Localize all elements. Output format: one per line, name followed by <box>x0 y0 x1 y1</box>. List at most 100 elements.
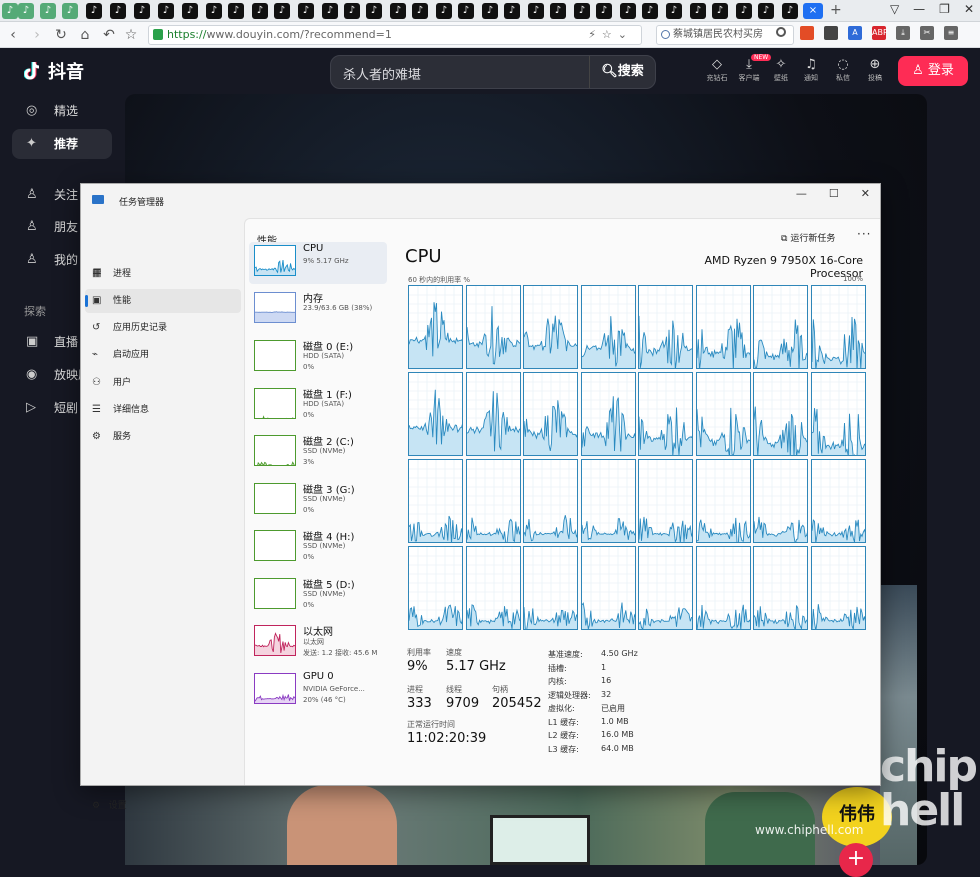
close-icon[interactable]: ✕ <box>964 2 974 16</box>
tools-icon[interactable]: ✂ <box>920 26 934 40</box>
close-tab-icon[interactable]: × <box>809 5 817 16</box>
tm-nav-processes[interactable]: ▦ 进程 <box>85 262 241 286</box>
tm-minimize-icon[interactable]: — <box>796 187 807 200</box>
run-task-label: 运行新任务 <box>790 234 836 244</box>
undo-icon[interactable]: ↶ <box>100 26 118 44</box>
resource-item-cpu[interactable]: CPU 9% 5.17 GHz <box>249 242 387 284</box>
tab-favicon-icon[interactable]: ♪ <box>666 3 682 19</box>
translate-icon[interactable]: A <box>848 26 862 40</box>
home-icon[interactable]: ⌂ <box>76 26 94 44</box>
tab-favicon-icon[interactable]: ♪ <box>390 3 406 19</box>
resource-item-disk[interactable]: 磁盘 3 (G:) SSD (NVMe) 0% <box>249 480 387 522</box>
bookmark-star-icon[interactable]: ☆ <box>122 26 140 44</box>
tab-favicon-icon[interactable]: ♪ <box>550 3 566 19</box>
search-go-icon[interactable] <box>776 27 786 37</box>
menu-icon[interactable]: ≡ <box>944 26 958 40</box>
minimize-icon[interactable]: — <box>913 2 925 16</box>
tm-nav-details[interactable]: ☰ 详细信息 <box>85 398 241 422</box>
forward-icon[interactable]: › <box>28 26 46 44</box>
download-icon[interactable]: ⤓ <box>896 26 910 40</box>
tab-favicon-icon[interactable]: ♪ <box>322 3 338 19</box>
douyin-search-button[interactable]: 🔍︎搜索 <box>589 56 655 88</box>
tab-favicon-icon[interactable]: ♪ <box>86 3 102 19</box>
tab-favicon-icon[interactable]: ♪ <box>2 3 18 19</box>
tab-favicon-icon[interactable]: ♪ <box>344 3 360 19</box>
douyin-search-input[interactable]: 杀人者的难堪 <box>343 64 421 83</box>
tm-nav-startup[interactable]: ⌁ 启动应用 <box>85 343 241 367</box>
tab-favicon-icon[interactable]: ♪ <box>40 3 56 19</box>
task-manager-titlebar[interactable]: 任务管理器 — ☐ ✕ <box>81 184 880 218</box>
login-button[interactable]: ♙ 登录 <box>898 56 968 86</box>
tab-favicon-icon[interactable]: ♪ <box>574 3 590 19</box>
tm-close-icon[interactable]: ✕ <box>861 187 870 200</box>
tab-favicon-icon[interactable]: ♪ <box>736 3 752 19</box>
tm-nav-performance[interactable]: ▣ 性能 <box>85 289 241 313</box>
run-new-task-button[interactable]: ⧉ 运行新任务 <box>781 231 835 244</box>
new-tab-button[interactable]: + <box>830 2 842 18</box>
tab-favicon-icon[interactable]: ♪ <box>712 3 728 19</box>
tab-favicon-icon[interactable]: ♪ <box>62 3 78 19</box>
tab-favicon-icon[interactable]: ♪ <box>758 3 774 19</box>
bell-header-button[interactable]: ♫ 通知 <box>795 57 827 83</box>
active-tab[interactable]: × <box>803 3 823 19</box>
tab-favicon-icon[interactable]: ♪ <box>18 3 34 19</box>
resource-item-net[interactable]: 以太网 以太网 发送: 1.2 接收: 45.6 M <box>249 622 387 664</box>
tab-favicon-icon[interactable]: ♪ <box>182 3 198 19</box>
tab-favicon-icon[interactable]: ♪ <box>158 3 174 19</box>
tab-favicon-icon[interactable]: ♪ <box>134 3 150 19</box>
tab-favicon-icon[interactable]: ♪ <box>366 3 382 19</box>
tm-settings[interactable]: ⚙ 设置 <box>92 798 127 811</box>
tab-favicon-icon[interactable]: ♪ <box>436 3 452 19</box>
tab-favicon-icon[interactable]: ♪ <box>274 3 290 19</box>
add-icon[interactable]: + <box>839 843 873 877</box>
tm-nav-services[interactable]: ⚙ 服务 <box>85 425 241 449</box>
resource-item-disk[interactable]: 磁盘 5 (D:) SSD (NVMe) 0% <box>249 575 387 617</box>
resource-item-disk[interactable]: 磁盘 2 (C:) SSD (NVMe) 3% <box>249 432 387 474</box>
adblock-icon[interactable]: ABP <box>872 26 888 40</box>
more-options-icon[interactable]: ··· <box>857 227 871 241</box>
url-action-icons[interactable]: ⚡☆⌄ <box>588 26 633 44</box>
tab-favicon-icon[interactable]: ♪ <box>642 3 658 19</box>
tab-favicon-icon[interactable]: ♪ <box>620 3 636 19</box>
address-bar[interactable]: https://www.douyin.com/?recommend=1 ⚡☆⌄ <box>148 25 642 45</box>
tab-favicon-icon[interactable]: ♪ <box>412 3 428 19</box>
tm-maximize-icon[interactable]: ☐ <box>829 187 839 200</box>
sidebar-item-recommend[interactable]: ✦ 推荐 <box>12 129 112 159</box>
windows-grid-icon[interactable] <box>800 26 814 40</box>
tab-favicon-icon[interactable]: ♪ <box>690 3 706 19</box>
sidebar-item-featured[interactable]: ◎ 精选 <box>12 96 112 126</box>
restore-icon[interactable]: ❐ <box>939 2 950 16</box>
tab-favicon-icon[interactable]: ♪ <box>528 3 544 19</box>
tab-favicon-icon[interactable]: ♪ <box>298 3 314 19</box>
tab-favicon-icon[interactable]: ♪ <box>206 3 222 19</box>
tab-favicon-icon[interactable]: ♪ <box>228 3 244 19</box>
resource-item-disk[interactable]: 磁盘 4 (H:) SSD (NVMe) 0% <box>249 527 387 569</box>
resource-item-disk[interactable]: 磁盘 1 (F:) HDD (SATA) 0% <box>249 385 387 427</box>
wallpaper-header-button[interactable]: ✧ 壁纸 <box>765 57 797 83</box>
resource-item-disk[interactable]: 磁盘 0 (E:) HDD (SATA) 0% <box>249 337 387 379</box>
message-header-button[interactable]: ◌ 私信 <box>827 57 859 83</box>
diamond-header-button[interactable]: ◇ 充钻石 <box>701 57 733 83</box>
reader-icon[interactable] <box>824 26 838 40</box>
douyin-search[interactable]: 杀人者的难堪 🔍︎搜索 <box>330 55 656 89</box>
tm-nav-pane: ≡ ▦ 进程 ▣ 性能 ↺ 应用历史记录 ⌁ 启动应用 ⚇ 用户 ☰ 详细信息 ⚙ 服务 ⚙ 设置 <box>81 218 243 811</box>
tab-list-icon[interactable]: ▽ <box>890 2 899 16</box>
browser-search-box[interactable]: 蔡城镇居民农村买房 <box>656 25 794 45</box>
recommend-icon: ✦ <box>26 136 37 151</box>
tm-nav-history[interactable]: ↺ 应用历史记录 <box>85 316 241 340</box>
tab-favicon-icon[interactable]: ♪ <box>458 3 474 19</box>
resource-item-mem[interactable]: 内存 23.9/63.6 GB (38%) <box>249 289 387 331</box>
resource-item-gpu[interactable]: GPU 0 NVIDIA GeForce... 20% (46 °C) <box>249 670 387 712</box>
tab-favicon-icon[interactable]: ♪ <box>504 3 520 19</box>
upload-header-button[interactable]: ⊕ 投稿 <box>859 57 891 83</box>
tab-favicon-icon[interactable]: ♪ <box>596 3 612 19</box>
douyin-logo[interactable]: 抖音 <box>24 58 84 84</box>
tab-favicon-icon[interactable]: ♪ <box>482 3 498 19</box>
tm-nav-users[interactable]: ⚇ 用户 <box>85 371 241 395</box>
refresh-icon[interactable]: ↻ <box>52 26 70 44</box>
back-icon[interactable]: ‹ <box>4 26 22 44</box>
tab-favicon-icon[interactable]: ♪ <box>110 3 126 19</box>
tab-favicon-icon[interactable]: ♪ <box>252 3 268 19</box>
users-icon: ⚇ <box>92 377 101 388</box>
tab-favicon-icon[interactable]: ♪ <box>782 3 798 19</box>
